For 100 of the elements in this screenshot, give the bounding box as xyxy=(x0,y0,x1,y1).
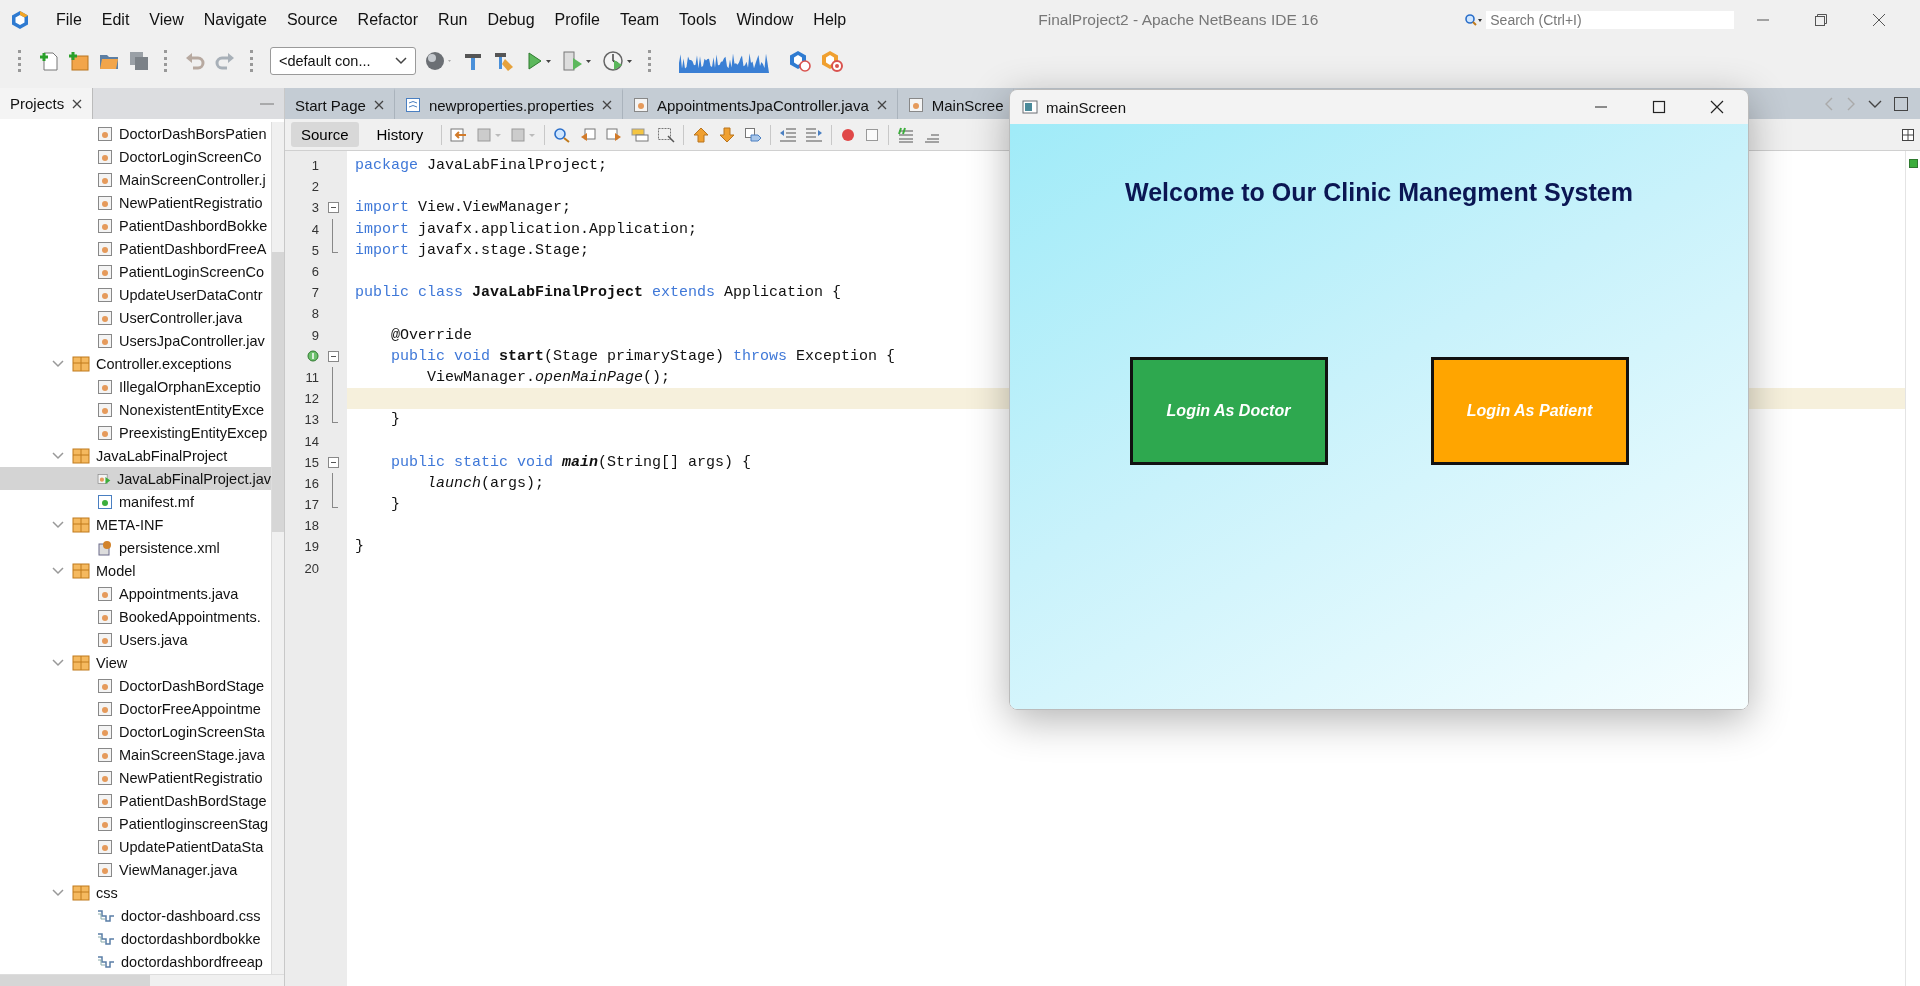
maximize-icon[interactable] xyxy=(1652,100,1666,114)
tree-item[interactable]: doctor-dashboard.css xyxy=(0,904,271,927)
dropdown-icon[interactable] xyxy=(1868,98,1882,109)
tree-item[interactable]: PatientDashbordFreeA xyxy=(0,237,271,260)
close-icon[interactable] xyxy=(373,100,384,110)
tree-item[interactable]: IllegalOrphanExceptio xyxy=(0,375,271,398)
save-all-icon[interactable] xyxy=(128,50,150,72)
arrow-up-icon[interactable] xyxy=(692,126,711,143)
toggle-bookmark-icon[interactable] xyxy=(744,126,763,143)
chevron-icon[interactable] xyxy=(52,518,64,531)
new-project-icon[interactable] xyxy=(68,50,90,72)
chevron-icon[interactable] xyxy=(52,886,64,899)
scrollbar[interactable] xyxy=(0,974,284,986)
redo-icon[interactable] xyxy=(214,50,236,72)
scrollbar[interactable] xyxy=(271,122,284,974)
tree-item[interactable]: Users.java xyxy=(0,628,271,651)
tree-item[interactable]: PatientloginscreenStag xyxy=(0,812,271,835)
tree-item[interactable]: DoctorLoginScreenSta xyxy=(0,720,271,743)
selection-icon[interactable] xyxy=(657,126,676,143)
menu-item[interactable]: Window xyxy=(726,11,804,29)
shift-left-icon[interactable] xyxy=(779,126,798,143)
globe-icon[interactable] xyxy=(424,50,454,72)
undo-icon[interactable] xyxy=(184,50,206,72)
menu-item[interactable]: Source xyxy=(276,11,348,29)
view-tab[interactable]: Source xyxy=(291,122,359,147)
menu-item[interactable]: Help xyxy=(803,11,857,29)
tree-item[interactable]: doctordashbordfreeap xyxy=(0,950,271,973)
close-icon[interactable] xyxy=(1710,100,1724,114)
menu-item[interactable]: Run xyxy=(428,11,478,29)
chevron-icon[interactable] xyxy=(52,656,64,669)
close-icon[interactable] xyxy=(602,100,612,110)
tree-item[interactable]: Appointments.java xyxy=(0,582,271,605)
comment-icon[interactable] xyxy=(897,126,916,143)
find-previous-icon[interactable] xyxy=(579,126,598,143)
collapse-icon[interactable] xyxy=(327,202,339,214)
profile-icon[interactable] xyxy=(602,50,634,72)
tree-item[interactable]: UserController.java xyxy=(0,306,271,329)
tree-item[interactable]: UsersJpaController.jav xyxy=(0,329,271,352)
chevron-icon[interactable] xyxy=(52,357,64,370)
view-tab[interactable]: History xyxy=(366,122,434,147)
menu-item[interactable]: Profile xyxy=(544,11,610,29)
menu-item[interactable]: Debug xyxy=(477,11,545,29)
menu-item[interactable]: Refactor xyxy=(347,11,429,29)
tree-item[interactable]: JavaLabFinalProject xyxy=(0,444,271,467)
menu-item[interactable]: Edit xyxy=(91,11,140,29)
find-icon[interactable] xyxy=(553,126,572,143)
tree-item[interactable]: Model xyxy=(0,559,271,582)
tree-item[interactable]: Controller.exceptions xyxy=(0,352,271,375)
tree-item[interactable]: doctordashbordbokke xyxy=(0,927,271,950)
tree-item[interactable]: NewPatientRegistratio xyxy=(0,766,271,789)
garbage-collect-icon[interactable] xyxy=(788,49,812,73)
tree-item[interactable]: DoctorDashBorsPatien xyxy=(0,122,271,145)
last-edit-icon[interactable] xyxy=(450,126,469,143)
tree-item[interactable]: MainScreenController.j xyxy=(0,168,271,191)
tree-item[interactable]: View xyxy=(0,651,271,674)
restore-icon[interactable] xyxy=(1814,13,1828,27)
menu-item[interactable]: Tools xyxy=(669,11,727,29)
maximize-icon[interactable] xyxy=(1894,96,1908,111)
tree-item[interactable]: MainScreenStage.java xyxy=(0,743,271,766)
chevron-icon[interactable] xyxy=(52,564,64,577)
menu-item[interactable]: View xyxy=(139,11,194,29)
tree-item[interactable]: PatientLoginScreenCo xyxy=(0,260,271,283)
configuration-dropdown[interactable]: <default con... xyxy=(270,47,416,75)
tree-item[interactable]: PreexistingEntityExcep xyxy=(0,421,271,444)
tree-item[interactable]: DoctorLoginScreenCo xyxy=(0,145,271,168)
shift-right-icon[interactable] xyxy=(805,126,824,143)
forward-icon[interactable] xyxy=(510,126,537,143)
collapse-icon[interactable] xyxy=(327,350,339,362)
debug-icon[interactable] xyxy=(562,50,594,72)
menu-item[interactable]: Navigate xyxy=(193,11,277,29)
back-icon[interactable] xyxy=(476,126,503,143)
arrow-down-icon[interactable] xyxy=(718,126,737,143)
menu-item[interactable]: File xyxy=(46,11,92,29)
close-icon[interactable] xyxy=(1872,13,1886,27)
tree-item[interactable]: NonexistentEntityExce xyxy=(0,398,271,421)
projects-tab[interactable]: Projects xyxy=(0,88,94,119)
tree-item[interactable]: META-INF xyxy=(0,513,271,536)
profile-ide-icon[interactable] xyxy=(820,49,844,73)
tree-item[interactable]: JavaLabFinalProject.jav xyxy=(0,467,271,490)
minimize-icon[interactable] xyxy=(260,101,274,106)
close-icon[interactable] xyxy=(72,98,83,109)
tree-item[interactable]: DoctorFreeAppointme xyxy=(0,697,271,720)
chevron-icon[interactable] xyxy=(52,449,64,462)
tree-item[interactable]: ViewManager.java xyxy=(0,858,271,881)
new-file-icon[interactable] xyxy=(38,50,60,72)
tree-item[interactable]: css xyxy=(0,881,271,904)
tree-item[interactable]: PatientDashbordBokke xyxy=(0,214,271,237)
tree-item[interactable]: PatientDashBordStage xyxy=(0,789,271,812)
highlight-icon[interactable] xyxy=(631,126,650,143)
tree-item[interactable]: DoctorDashBordStage xyxy=(0,674,271,697)
tree-item[interactable]: UpdatePatientDataSta xyxy=(0,835,271,858)
tree-item[interactable]: manifest.mf xyxy=(0,490,271,513)
split-icon[interactable] xyxy=(1902,128,1914,141)
close-icon[interactable] xyxy=(876,100,887,110)
stop-icon[interactable] xyxy=(864,126,881,143)
tree-item[interactable]: BookedAppointments. xyxy=(0,605,271,628)
menu-item[interactable]: Team xyxy=(609,11,670,29)
collapse-icon[interactable] xyxy=(327,456,339,468)
record-icon[interactable] xyxy=(840,126,857,143)
tree-item[interactable]: NewPatientRegistratio xyxy=(0,191,271,214)
